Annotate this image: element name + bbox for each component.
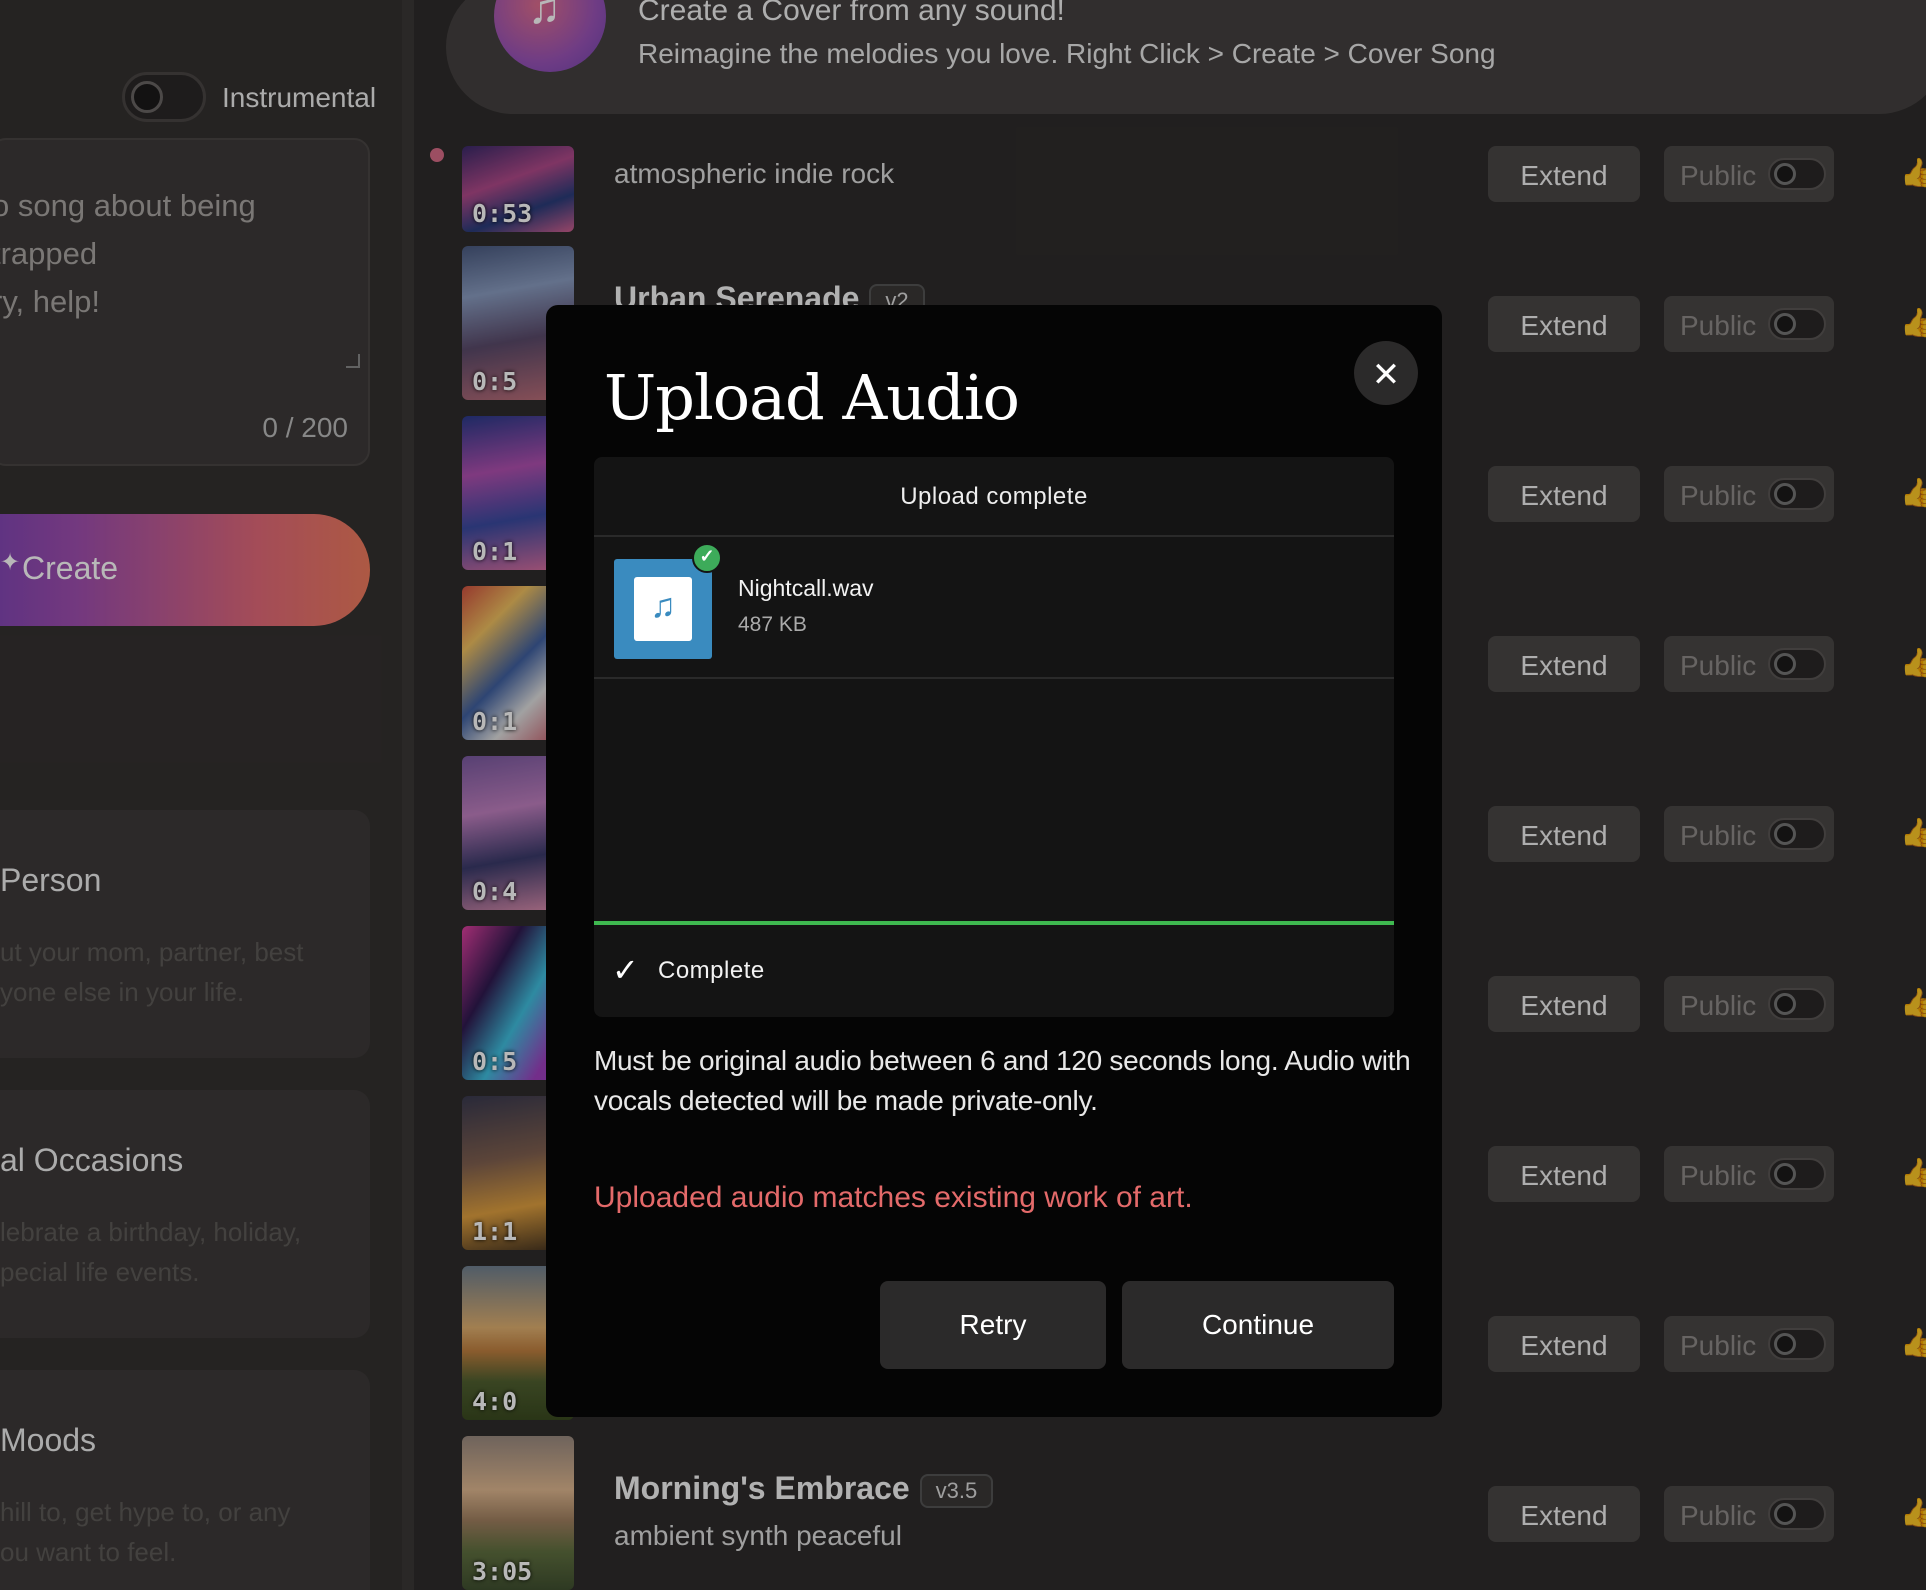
error-message: Uploaded audio matches existing work of … [594, 1181, 1193, 1214]
close-icon: ✕ [1371, 356, 1401, 394]
complete-status: ✓ Complete [594, 925, 1394, 1017]
audio-file-icon: ♫ [614, 559, 712, 659]
upload-status: Upload complete [594, 457, 1394, 537]
retry-button[interactable]: Retry [880, 1281, 1106, 1369]
file-size: 487 KB [738, 613, 807, 636]
modal-title: Upload Audio [604, 361, 1020, 434]
continue-label: Continue [1201, 1309, 1315, 1340]
upload-panel: Upload complete ♫ ✓ Nightcall.wav 487 KB… [594, 457, 1394, 1017]
checkmark-icon: ✓ [612, 952, 639, 988]
close-button[interactable]: ✕ [1354, 341, 1418, 405]
continue-button[interactable]: Continue [1122, 1281, 1394, 1369]
upload-audio-modal: Upload Audio ✕ Upload complete ♫ ✓ Night… [546, 305, 1442, 1417]
complete-label: Complete [658, 957, 765, 984]
file-name: Nightcall.wav [738, 575, 874, 601]
upload-requirements-note: Must be original audio between 6 and 120… [594, 1045, 1411, 1116]
check-circle-icon: ✓ [692, 543, 722, 573]
file-item: ♫ ✓ Nightcall.wav 487 KB [594, 537, 1394, 679]
retry-label: Retry [959, 1309, 1027, 1340]
